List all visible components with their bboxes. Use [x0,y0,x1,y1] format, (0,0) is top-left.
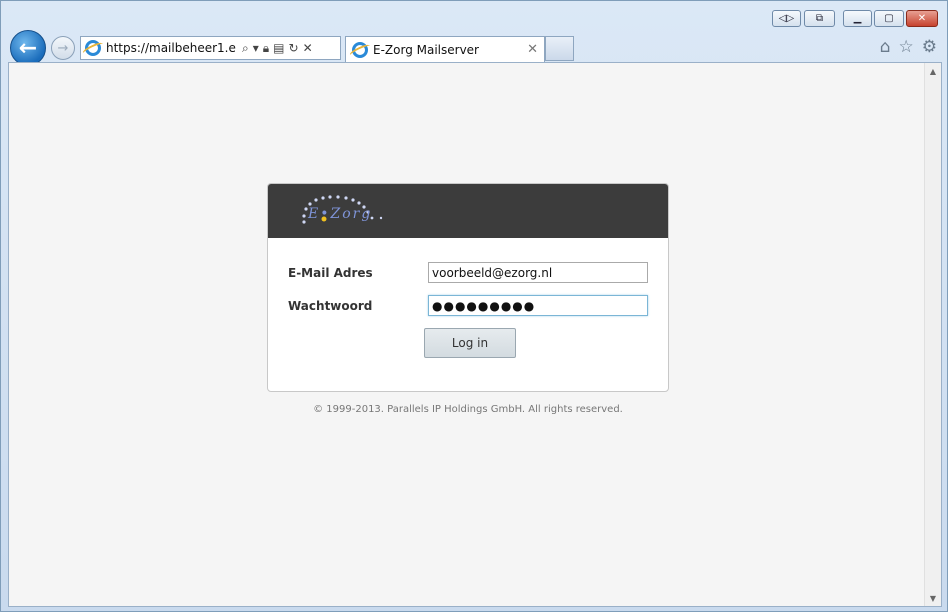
password-row: Wachtwoord [288,295,648,316]
browser-window: ◁▷ ⧉ ▁ ▢ ✕ ← → https://mailbeheer1.ez...… [0,0,948,612]
minimize-button[interactable]: ▁ [843,10,872,27]
forward-button[interactable]: → [51,36,75,60]
email-row: E-Mail Adres [288,262,648,283]
tab-active[interactable]: E-Zorg Mailserver ✕ [345,36,545,62]
settings-gear-icon[interactable]: ⚙ [922,37,937,57]
tab-title: E-Zorg Mailserver [373,42,479,57]
back-button[interactable]: ← [10,30,46,66]
scroll-down-icon[interactable]: ▼ [925,590,941,606]
compat-view-button[interactable]: ◁▷ [772,10,801,27]
tab-close-icon[interactable]: ✕ [527,42,538,57]
email-field[interactable] [428,262,648,283]
new-tab-button[interactable] [545,36,574,61]
dropdown-icon[interactable]: ▾ [253,41,259,56]
copyright-text: © 1999-2013. Parallels IP Holdings GmbH.… [313,404,623,415]
stop-icon[interactable]: ✕ [303,41,313,56]
password-label: Wachtwoord [288,298,373,313]
favorites-star-icon[interactable]: ☆ [899,37,914,57]
card-header: E•Zorg [268,184,668,238]
password-field[interactable] [428,295,648,316]
page-viewport: E•Zorg E-Mail Adres Wachtwoord Log in © … [8,62,942,607]
login-button[interactable]: Log in [424,328,516,358]
address-bar[interactable]: https://mailbeheer1.ez... ⌕ ▾ 🔒︎ ▤ ↻ ✕ [80,36,341,60]
email-label: E-Mail Adres [288,265,373,280]
lock-icon[interactable]: 🔒︎ [263,41,269,56]
search-icon[interactable]: ⌕ [242,41,249,56]
ie-logo-icon [85,40,101,56]
back-arrow-icon: ← [18,35,38,61]
url-text[interactable]: https://mailbeheer1.ez... [106,41,236,55]
maximize-button[interactable]: ▢ [874,10,904,27]
refresh-icon[interactable]: ↻ [289,41,299,56]
tab-ie-icon [352,41,368,58]
forward-arrow-icon: → [57,40,69,56]
logo-text: E•Zorg [308,206,373,222]
close-button[interactable]: ✕ [906,10,938,27]
compat-icon[interactable]: ▤ [273,41,284,56]
home-icon[interactable]: ⌂ [880,37,891,57]
scroll-up-icon[interactable]: ▲ [925,63,941,79]
login-card: E•Zorg E-Mail Adres Wachtwoord Log in [267,183,669,392]
vertical-scrollbar[interactable]: ▲ ▼ [924,63,941,606]
snap-button[interactable]: ⧉ [804,10,835,27]
